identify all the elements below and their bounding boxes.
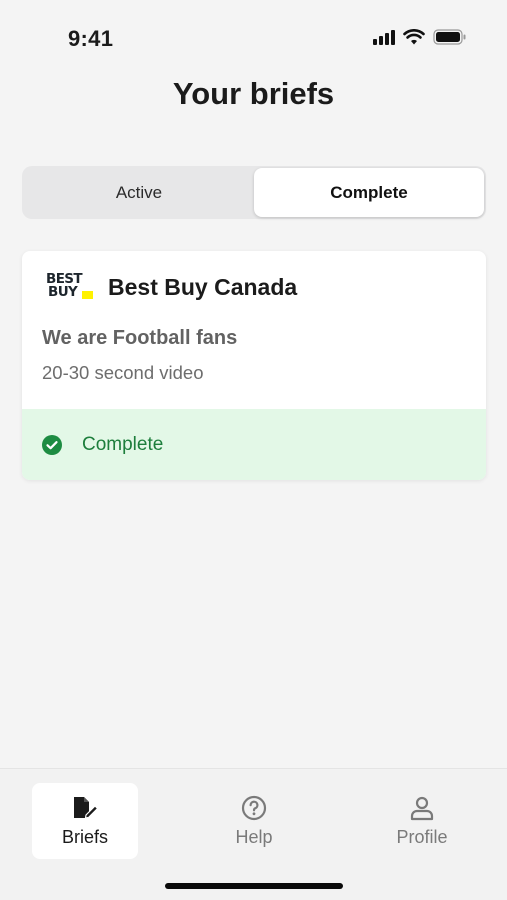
screen: 9:41 Your briefs Active Complete BEST BU… bbox=[0, 0, 507, 900]
segment-complete[interactable]: Complete bbox=[254, 168, 484, 217]
tab-bar: Briefs Help Profile bbox=[0, 768, 507, 900]
briefs-icon bbox=[74, 796, 99, 819]
wifi-icon bbox=[403, 29, 425, 45]
tab-help-label: Help bbox=[235, 826, 273, 847]
status-time: 9:41 bbox=[68, 26, 114, 51]
cellular-signal-icon bbox=[373, 29, 395, 45]
brief-card[interactable]: BEST BUY Best Buy Canada We are Football… bbox=[22, 251, 486, 480]
home-indicator bbox=[165, 883, 343, 889]
status-icons bbox=[373, 29, 467, 45]
tab-profile[interactable]: Profile bbox=[369, 783, 475, 859]
best-buy-logo: BEST BUY bbox=[46, 271, 93, 303]
brand-name: Best Buy Canada bbox=[108, 273, 298, 300]
tab-briefs[interactable]: Briefs bbox=[32, 783, 138, 859]
brief-status-text: Complete bbox=[82, 433, 164, 455]
battery-icon bbox=[433, 29, 466, 45]
check-circle-icon bbox=[42, 434, 62, 455]
brief-subtitle: 20-30 second video bbox=[42, 362, 204, 383]
help-icon bbox=[241, 795, 267, 820]
brief-card-header: BEST BUY Best Buy Canada bbox=[46, 271, 297, 303]
brief-status-banner: Complete bbox=[22, 409, 486, 480]
tab-briefs-label: Briefs bbox=[61, 826, 108, 847]
tab-profile-label: Profile bbox=[396, 826, 448, 847]
brief-title: We are Football fans bbox=[42, 327, 238, 349]
profile-icon bbox=[410, 796, 434, 820]
tab-help[interactable]: Help bbox=[201, 783, 307, 859]
segment-active[interactable]: Active bbox=[24, 168, 254, 217]
status-bar: 9:41 bbox=[0, 0, 507, 76]
briefs-filter-segmented-control: Active Complete bbox=[22, 166, 486, 219]
page-title: Your briefs bbox=[172, 76, 335, 111]
